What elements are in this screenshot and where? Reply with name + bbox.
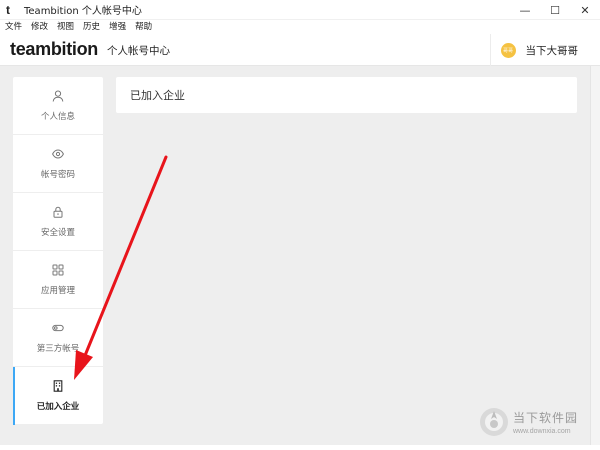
close-button[interactable]: ✕ <box>570 0 600 20</box>
maximize-button[interactable]: ☐ <box>540 0 570 20</box>
menu-bar: 文件 修改 视图 历史 增强 帮助 <box>0 20 600 34</box>
title-bar: t Teambition 个人帐号中心 — ☐ ✕ <box>0 0 600 20</box>
building-icon <box>53 380 63 392</box>
lock-icon <box>53 206 63 218</box>
watermark-url: www.downxia.com <box>513 428 571 435</box>
minimize-button[interactable]: — <box>510 0 540 20</box>
toggle-icon <box>52 324 64 331</box>
watermark-logo-icon <box>480 408 508 436</box>
content-card: 已加入企业 <box>116 77 577 113</box>
sidebar-item-label: 个人信息 <box>40 111 75 122</box>
sidebar-item-label: 已加入企业 <box>36 402 80 412</box>
sidebar-item-enterprise[interactable]: 已加入企业 <box>13 367 103 425</box>
page-title: 个人帐号中心 <box>107 45 171 57</box>
section-title: 已加入企业 <box>130 89 185 102</box>
menu-history[interactable]: 历史 <box>83 20 100 34</box>
app-logo-icon: t <box>6 2 10 17</box>
apps-grid-icon <box>52 264 64 275</box>
sidebar-item-label: 应用管理 <box>40 285 75 296</box>
watermark-text: 当下软件园 <box>513 411 579 425</box>
sidebar-item-label: 安全设置 <box>40 227 75 238</box>
menu-enhance[interactable]: 增强 <box>109 20 126 34</box>
menu-view[interactable]: 视图 <box>57 20 74 34</box>
sidebar-item-password[interactable]: 帐号密码 <box>13 135 103 193</box>
eye-icon <box>52 148 64 159</box>
watermark: 当下软件园 www.downxia.com <box>478 402 590 442</box>
menu-edit[interactable]: 修改 <box>31 20 48 34</box>
username[interactable]: 当下大哥哥 <box>526 43 579 58</box>
window-title: Teambition 个人帐号中心 <box>24 6 142 17</box>
avatar[interactable]: 哥哥 <box>500 42 516 58</box>
sidebar-item-security[interactable]: 安全设置 <box>13 193 103 251</box>
menu-help[interactable]: 帮助 <box>135 20 152 34</box>
sidebar: 个人信息 帐号密码 安全设置 应用管理 第三方帐号 已加入企业 <box>13 77 103 425</box>
scrollbar[interactable] <box>590 66 600 445</box>
sidebar-item-label: 第三方帐号 <box>36 343 80 354</box>
user-menu[interactable]: 哥哥 当下大哥哥 <box>489 34 600 66</box>
sidebar-item-label: 帐号密码 <box>40 169 75 180</box>
sidebar-item-third-party[interactable]: 第三方帐号 <box>13 309 103 367</box>
sidebar-item-apps[interactable]: 应用管理 <box>13 251 103 309</box>
main-area: 个人信息 帐号密码 安全设置 应用管理 第三方帐号 已加入企业 已加入企业 <box>0 66 590 445</box>
brand-logo[interactable]: teambition <box>10 39 98 60</box>
sidebar-item-profile[interactable]: 个人信息 <box>13 77 103 135</box>
user-icon <box>52 90 64 102</box>
window-controls: — ☐ ✕ <box>510 0 600 20</box>
app-header: teambition 个人帐号中心 哥哥 当下大哥哥 <box>0 34 600 66</box>
menu-file[interactable]: 文件 <box>5 20 22 34</box>
